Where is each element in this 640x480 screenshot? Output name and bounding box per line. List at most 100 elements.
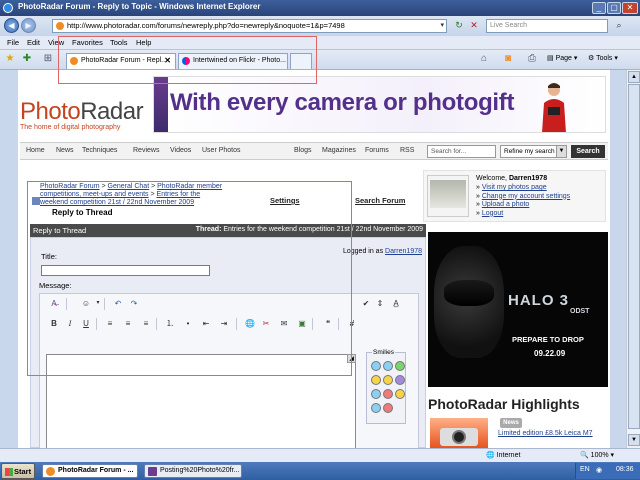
- align-left-icon[interactable]: ≡: [104, 318, 116, 329]
- smiley-icon[interactable]: ☺: [80, 298, 92, 309]
- scroll-thumb[interactable]: [628, 84, 640, 429]
- smiley-icon[interactable]: [371, 403, 381, 413]
- chevron-down-icon[interactable]: ▾: [92, 298, 104, 309]
- tools-menu[interactable]: ⚙ Tools ▾: [588, 54, 618, 62]
- menu-edit[interactable]: Edit: [27, 38, 40, 47]
- smiley-icon[interactable]: [383, 389, 393, 399]
- favorites-star-icon[interactable]: ★: [4, 53, 16, 65]
- leica-thumbnail[interactable]: [430, 418, 488, 448]
- insert-link-icon[interactable]: 🌐: [244, 318, 256, 329]
- message-textarea[interactable]: ◢: [46, 354, 356, 448]
- account-settings-link[interactable]: Change my account settings: [482, 193, 570, 200]
- close-button[interactable]: ✕: [622, 2, 638, 14]
- banner-ad[interactable]: With every camera or photogift: [153, 76, 606, 133]
- outdent-icon[interactable]: ⇤: [200, 318, 212, 329]
- home-icon[interactable]: ⌂: [478, 53, 490, 65]
- upload-photo-link[interactable]: Upload a photo: [482, 201, 529, 208]
- remove-format-icon[interactable]: A̶: [48, 298, 60, 309]
- logout-link[interactable]: Logout: [482, 210, 503, 217]
- smiley-icon[interactable]: [383, 375, 393, 385]
- menu-file[interactable]: File: [7, 38, 19, 47]
- forward-button[interactable]: ▶: [21, 18, 36, 33]
- menu-view[interactable]: View: [48, 38, 64, 47]
- address-bar[interactable]: http://www.photoradar.com/forums/newrepl…: [52, 19, 447, 33]
- task-posting[interactable]: Posting%20Photo%20fr...: [144, 464, 242, 478]
- spellcheck-icon[interactable]: ✔: [360, 298, 372, 309]
- logged-in-user-link[interactable]: Darren1978: [385, 248, 422, 255]
- refine-search-select[interactable]: Refine my search ▼: [500, 145, 567, 158]
- vertical-scrollbar[interactable]: ▲ ▼: [626, 70, 640, 448]
- photoradar-logo[interactable]: PhotoRadar The home of digital photograp…: [20, 98, 144, 131]
- smiley-icon[interactable]: [371, 375, 381, 385]
- nav-forums[interactable]: Forums: [365, 147, 389, 154]
- underline-button[interactable]: U: [80, 318, 92, 329]
- smiley-icon[interactable]: [395, 361, 405, 371]
- menu-tools[interactable]: Tools: [110, 38, 128, 47]
- halo-ad[interactable]: HALO 3 ODST PREPARE TO DROP 09.22.09: [428, 232, 608, 387]
- insert-image-icon[interactable]: ▣: [296, 318, 308, 329]
- ordered-list-icon[interactable]: ⒈: [164, 318, 176, 329]
- smiley-icon[interactable]: [371, 389, 381, 399]
- quick-tabs-icon[interactable]: ⊞: [42, 53, 54, 65]
- maximize-button[interactable]: ▢: [607, 2, 621, 14]
- avatar[interactable]: [427, 175, 469, 217]
- smiley-icon[interactable]: [395, 375, 405, 385]
- align-center-icon[interactable]: ≡: [122, 318, 134, 329]
- add-favorite-icon[interactable]: ✚: [21, 53, 33, 65]
- menu-help[interactable]: Help: [136, 38, 151, 47]
- scroll-down-icon[interactable]: ▼: [628, 434, 640, 446]
- title-input[interactable]: [41, 265, 210, 276]
- nav-rss[interactable]: RSS: [400, 147, 414, 154]
- undo-icon[interactable]: ↶: [112, 298, 124, 309]
- smiley-icon[interactable]: [383, 403, 393, 413]
- live-search-input[interactable]: Live Search: [486, 19, 608, 33]
- unordered-list-icon[interactable]: •: [182, 318, 194, 329]
- refresh-icon[interactable]: ↻: [452, 19, 466, 33]
- back-button[interactable]: ◀: [4, 18, 19, 33]
- search-icon[interactable]: ⌕: [611, 19, 627, 33]
- italic-button[interactable]: I: [64, 318, 76, 329]
- smiley-icon[interactable]: [383, 361, 393, 371]
- nav-blogs[interactable]: Blogs: [294, 147, 312, 154]
- breadcrumb-link[interactable]: PhotoRadar Forum: [40, 183, 100, 190]
- new-tab-button[interactable]: [290, 53, 312, 69]
- indent-icon[interactable]: ⇥: [218, 318, 230, 329]
- language-indicator[interactable]: EN: [580, 466, 590, 473]
- resize-icon[interactable]: ⇕: [374, 298, 386, 309]
- print-icon[interactable]: ⎙: [526, 53, 538, 65]
- feeds-icon[interactable]: ◙: [502, 53, 514, 65]
- code-hash-button[interactable]: #: [346, 318, 358, 329]
- tab-close-icon[interactable]: ✕: [164, 56, 171, 65]
- settings-link[interactable]: Settings: [270, 196, 300, 205]
- smiley-icon[interactable]: [395, 389, 405, 399]
- nav-home[interactable]: Home: [26, 147, 45, 154]
- align-right-icon[interactable]: ≡: [140, 318, 152, 329]
- nav-videos[interactable]: Videos: [170, 147, 191, 154]
- menu-favorites[interactable]: Favorites: [72, 38, 103, 47]
- scroll-up-icon[interactable]: ▲: [628, 71, 640, 83]
- tray-app-icon[interactable]: ◉: [596, 466, 602, 474]
- minimize-button[interactable]: _: [592, 2, 606, 14]
- task-photoradar[interactable]: PhotoRadar Forum - ...: [42, 464, 138, 478]
- address-dropdown-icon[interactable]: ▾: [440, 21, 444, 29]
- remove-link-icon[interactable]: ✂: [260, 318, 272, 329]
- tab-flickr[interactable]: Intertwined on Flickr - Photo...: [178, 53, 288, 69]
- resize-grip-icon[interactable]: ◢: [347, 354, 356, 363]
- nav-reviews[interactable]: Reviews: [133, 147, 159, 154]
- tab-photoradar[interactable]: PhotoRadar Forum - Repl... ✕: [66, 53, 176, 69]
- bold-button[interactable]: B: [48, 318, 60, 329]
- nav-news[interactable]: News: [56, 147, 74, 154]
- quote-icon[interactable]: ❝: [322, 318, 334, 329]
- smiley-icon[interactable]: [371, 361, 381, 371]
- nav-magazines[interactable]: Magazines: [322, 147, 356, 154]
- switch-mode-icon[interactable]: A̲: [390, 298, 402, 309]
- zoom-level[interactable]: 🔍 100% ▾: [580, 451, 614, 459]
- news-link[interactable]: Limited edition £8.5k Leica M7: [498, 430, 593, 437]
- site-search-input[interactable]: Search for...: [427, 145, 496, 158]
- start-button[interactable]: Start: [1, 463, 35, 479]
- redo-icon[interactable]: ↷: [128, 298, 140, 309]
- stop-icon[interactable]: ✕: [467, 19, 481, 33]
- nav-user-photos[interactable]: User Photos: [202, 147, 241, 154]
- site-search-button[interactable]: Search: [571, 145, 605, 158]
- visit-photos-link[interactable]: Visit my photos page: [482, 184, 547, 191]
